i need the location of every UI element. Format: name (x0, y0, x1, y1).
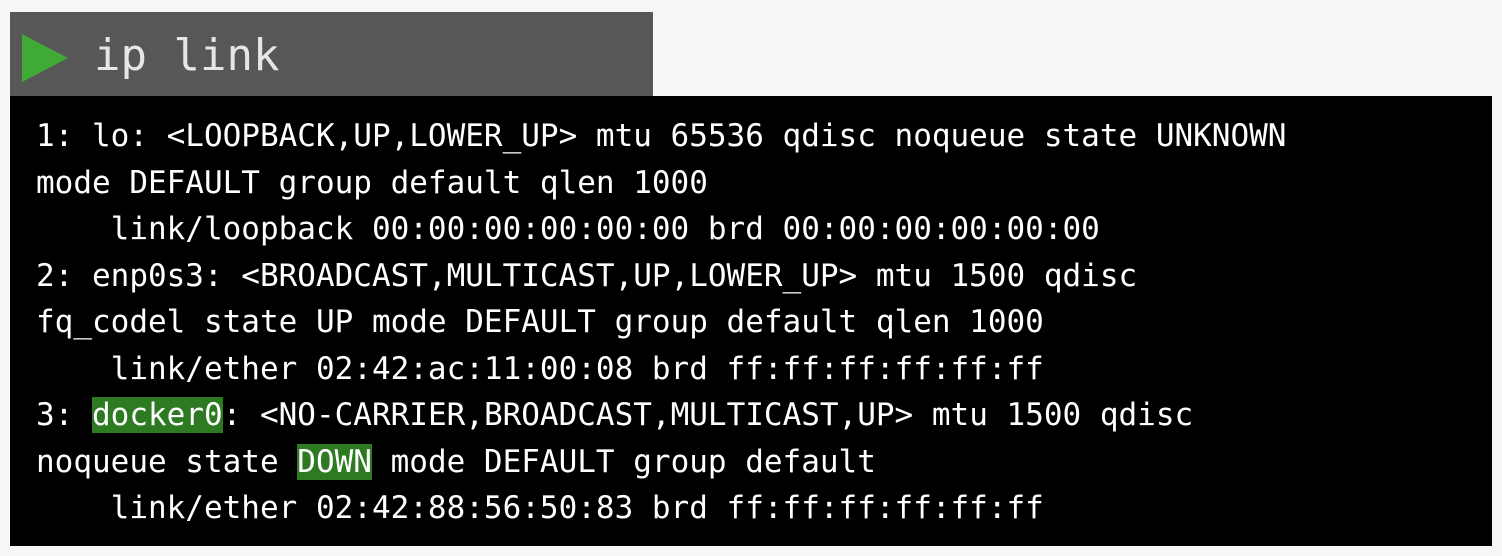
output-line-8: noqueue state DOWN mode DEFAULT group de… (36, 443, 876, 480)
line-7-rest: : <NO-CARRIER,BROADCAST,MULTICAST,UP> mt… (222, 397, 1194, 433)
state-down-highlight: DOWN (297, 443, 372, 480)
docker0-highlight: docker0 (92, 397, 223, 433)
play-icon[interactable] (22, 34, 68, 82)
output-line-4: 2: enp0s3: <BROADCAST,MULTICAST,UP,LOWER… (36, 257, 1138, 294)
line-8-prefix: noqueue state (36, 443, 298, 480)
output-line-5: fq_codel state UP mode DEFAULT group def… (36, 304, 1044, 340)
output-line-7: 3: docker0: <NO-CARRIER,BROADCAST,MULTIC… (36, 397, 1193, 433)
terminal-output: 1: lo: <LOOPBACK,UP,LOWER_UP> mtu 65536 … (36, 113, 1286, 532)
output-line-3: link/loopback 00:00:00:00:00:00 brd 00:0… (36, 211, 1100, 247)
output-line-1: 1: lo: <LOOPBACK,UP,LOWER_UP> mtu 65536 … (36, 118, 1287, 154)
output-line-9: link/ether 02:42:88:56:50:83 brd ff:ff:f… (36, 490, 1044, 526)
output-line-2: mode DEFAULT group default qlen 1000 (36, 164, 708, 201)
line-8-rest: mode DEFAULT group default (371, 443, 876, 480)
line-7-prefix: 3: (36, 397, 92, 433)
output-line-6: link/ether 02:42:ac:11:00:08 brd ff:ff:f… (36, 350, 1044, 387)
command-text: ip link (94, 30, 280, 81)
terminal-output-panel: 1: lo: <LOOPBACK,UP,LOWER_UP> mtu 65536 … (10, 96, 1492, 546)
command-bar: ip link (10, 12, 653, 96)
